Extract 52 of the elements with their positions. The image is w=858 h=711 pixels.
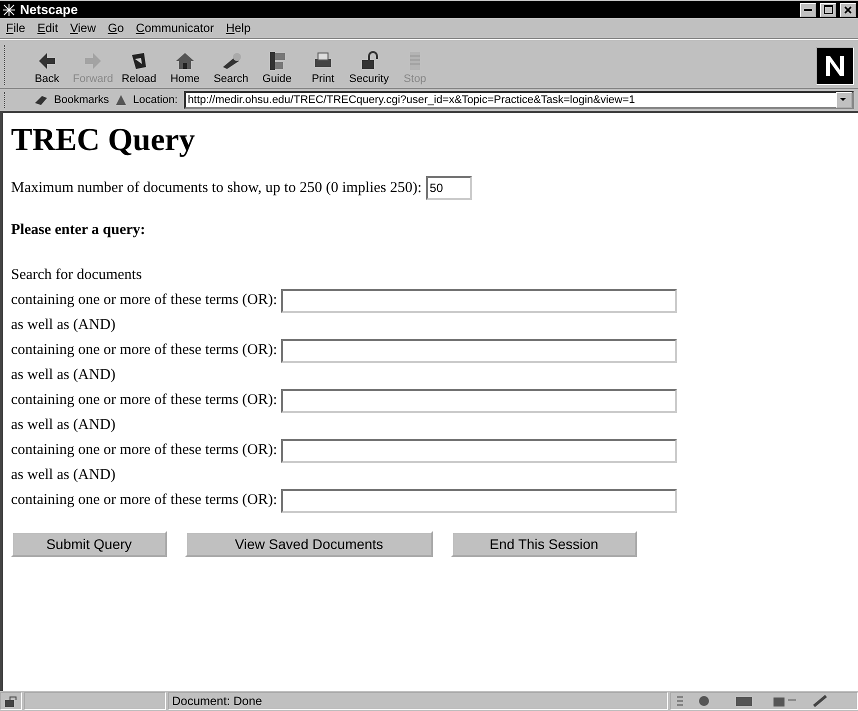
component-bar-drawing[interactable]	[670, 692, 858, 710]
page-heading: TREC Query	[11, 121, 196, 158]
query-prompt: Please enter a query:	[11, 222, 146, 239]
toolbar-button[interactable]: Reload	[116, 49, 162, 85]
toolbar-button[interactable]: Back	[24, 49, 70, 85]
max-documents-field[interactable]: 50	[426, 176, 472, 200]
netscape-logo-icon	[2, 2, 16, 16]
connector-text: as well as (AND)	[11, 366, 117, 385]
minimize-icon	[804, 8, 812, 10]
form-button[interactable]: View Saved Documents	[185, 531, 433, 557]
terms-field[interactable]	[281, 388, 678, 412]
toolbar-button[interactable]: Home	[162, 49, 208, 85]
minimize-button[interactable]	[800, 2, 816, 16]
bookmarks-button[interactable]: Bookmarks	[54, 94, 110, 106]
connector-text: as well as (AND)	[11, 316, 117, 335]
location-icon	[115, 94, 128, 106]
toolbar-button[interactable]: Search	[208, 49, 254, 85]
maximize-button[interactable]	[820, 2, 836, 16]
terms-field[interactable]	[281, 438, 678, 462]
menu-item[interactable]: Edit	[37, 21, 58, 35]
max-documents-label: Maximum number of documents to show, up to 250 (0 implies 250):	[11, 180, 422, 196]
toolbar-button[interactable]: Security	[346, 49, 392, 85]
connector-text: as well as (AND)	[11, 466, 117, 485]
location-field[interactable]: http://medir.ohsu.edu/TREC/TRECquery.cgi?user_id=x&Topic=Practice&Task=login&view=1	[184, 91, 854, 109]
toolbar-button[interactable]: Guide	[254, 49, 300, 85]
close-button[interactable]	[840, 2, 856, 16]
connector-text: as well as (AND)	[11, 416, 117, 435]
menu-item[interactable]: File	[6, 21, 26, 35]
menu-item[interactable]: View	[70, 21, 96, 35]
security-status-icon[interactable]	[0, 692, 22, 710]
menu-item[interactable]: Go	[108, 21, 124, 35]
n-logo-icon	[816, 47, 854, 85]
close-icon	[844, 6, 852, 14]
terms-label: containing one or more of these terms (OR):	[11, 291, 278, 310]
terms-label: containing one or more of these terms (OR):	[11, 441, 278, 460]
window-title: Netscape	[20, 2, 79, 17]
terms-label: containing one or more of these terms (OR):	[11, 491, 278, 510]
maximize-icon	[824, 5, 832, 14]
form-button[interactable]: Submit Query	[11, 531, 167, 557]
location-label: Location:	[133, 94, 178, 106]
terms-field[interactable]	[281, 288, 678, 312]
intro-text: Search for documents	[11, 266, 143, 285]
form-button[interactable]: End This Session	[451, 531, 637, 557]
status-text: Document: Done	[168, 692, 668, 710]
terms-label: containing one or more of these terms (OR):	[11, 391, 278, 410]
menu-item[interactable]: Communicator	[136, 21, 214, 35]
terms-field[interactable]	[281, 338, 678, 362]
toolbar-button[interactable]: Print	[300, 49, 346, 85]
menu-item[interactable]: Help	[226, 21, 251, 35]
bookmark-icon[interactable]	[34, 93, 48, 107]
terms-label: containing one or more of these terms (OR):	[11, 341, 278, 360]
terms-field[interactable]	[281, 488, 678, 512]
